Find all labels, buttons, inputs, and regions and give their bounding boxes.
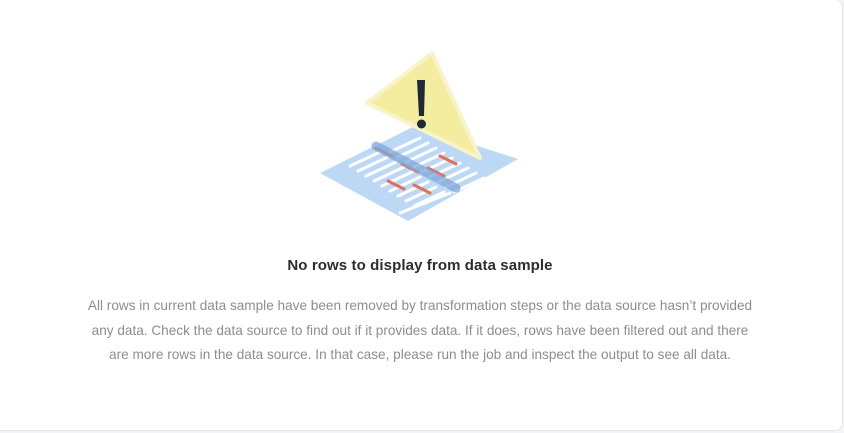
warning-spreadsheet-icon <box>320 51 518 221</box>
exclamation-dot <box>417 119 426 129</box>
empty-state-description: All rows in current data sample have bee… <box>87 298 753 362</box>
empty-state-title: No rows to display from data sample <box>287 257 553 274</box>
empty-state-panel: No rows to display from data sample All … <box>0 0 843 431</box>
